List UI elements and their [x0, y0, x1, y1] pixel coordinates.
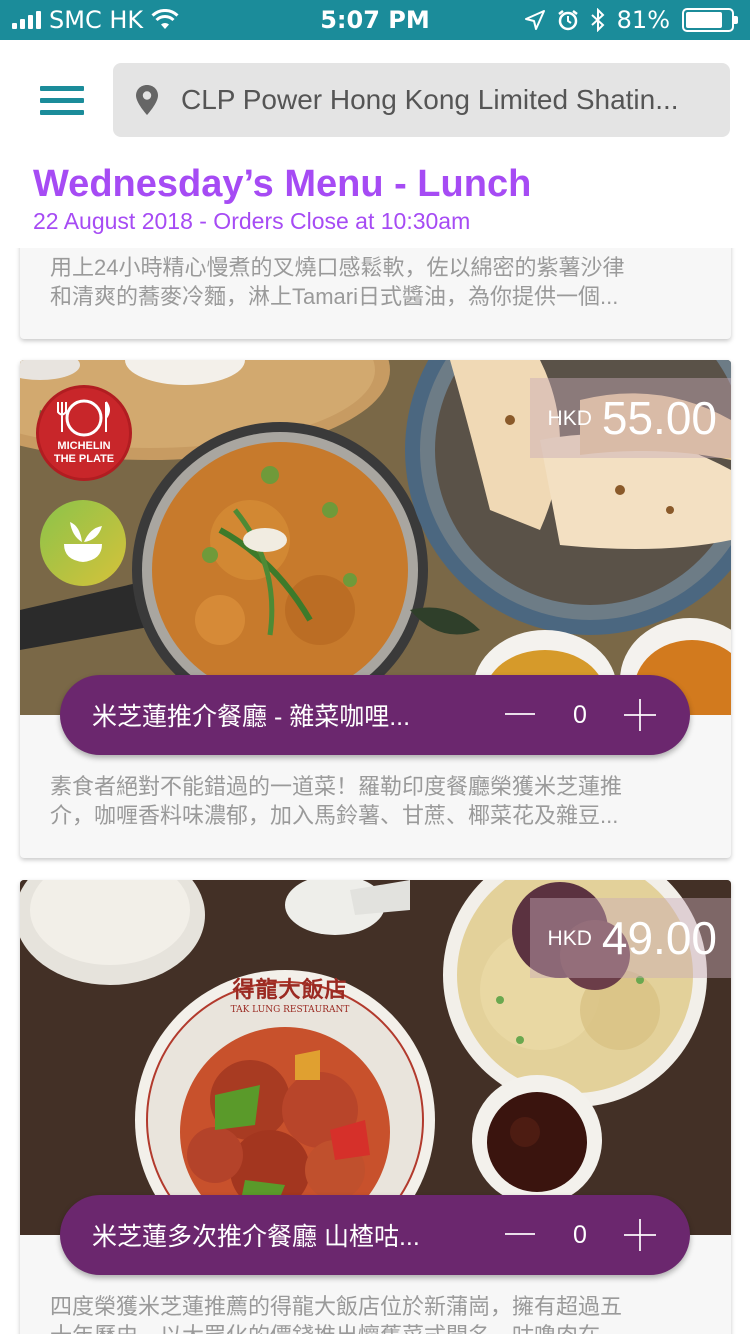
price-currency: HKD [547, 407, 592, 430]
location-arrow-icon [524, 10, 545, 30]
item-description: 素食者絕對不能錯過的一道菜！羅勒印度餐廳榮獲米芝蓮推 介，咖喱香料味濃郁，加入馬… [20, 772, 731, 830]
food-image: 得龍大飯店 TAK LUNG RESTAURANT HKD 49.00 [20, 880, 731, 1235]
description-line: 和清爽的蕎麥冷麵，淋上Tamari日式醬油，為你提供一個... [50, 284, 619, 309]
price-tag: HKD 49.00 [529, 898, 731, 978]
item-description: 四度榮獲米芝蓮推薦的得龍大飯店位於新蒲崗，擁有超過五 十年歷史，以大眾化的價錢推… [20, 1292, 731, 1334]
michelin-badge-text: MICHELIN [57, 440, 111, 452]
status-bar: SMC HK 5:07 PM 81% [0, 0, 750, 40]
menu-item-card[interactable]: MICHELIN THE PLATE HKD 55.00 米芝蓮推介餐廳 - 雜… [20, 360, 731, 858]
price-currency: HKD [547, 927, 592, 950]
minus-icon[interactable] [505, 1233, 535, 1235]
vegetarian-bowl-icon [64, 522, 102, 562]
vegetarian-badge [40, 500, 126, 586]
plus-icon[interactable] [624, 699, 656, 731]
order-bar: 米芝蓮多次推介餐廳 山楂咕... 0 [60, 1195, 690, 1275]
location-text: CLP Power Hong Kong Limited Shatin... [181, 84, 679, 115]
menu-item-card[interactable]: 得龍大飯店 TAK LUNG RESTAURANT HKD 49.00 米芝蓮多… [20, 880, 731, 1334]
price-value: 49.00 [601, 912, 717, 964]
description-line: 用上24小時精心慢煮的叉燒口感鬆軟，佐以綿密的紫薯沙律 [50, 255, 625, 280]
plate-logo-text: 得龍大飯店 [232, 977, 348, 1003]
item-name[interactable]: 米芝蓮多次推介餐廳 山楂咕... [92, 1217, 472, 1253]
quantity-value: 0 [573, 701, 587, 729]
price-tag: HKD 55.00 [529, 378, 731, 458]
alarm-icon [557, 10, 578, 31]
hamburger-icon[interactable] [40, 86, 84, 116]
order-bar: 米芝蓮推介餐廳 - 雜菜咖哩... 0 [60, 675, 690, 755]
description-line: 素食者絕對不能錯過的一道菜！羅勒印度餐廳榮獲米芝蓮推 [50, 774, 623, 799]
location-selector[interactable]: CLP Power Hong Kong Limited Shatin... [113, 63, 730, 137]
menu-item-card[interactable]: 用上24小時精心慢煮的叉燒口感鬆軟，佐以綿密的紫薯沙律 和清爽的蕎麥冷麵，淋上T… [20, 248, 731, 339]
battery-icon [682, 8, 738, 32]
description-line: 十年歷史，以大眾化的價錢推出懷舊菜式聞名。咕嚕肉在... [50, 1321, 701, 1334]
food-image: MICHELIN THE PLATE HKD 55.00 [20, 360, 731, 715]
description-line: 四度榮獲米芝蓮推薦的得龍大飯店位於新蒲崗，擁有超過五 [50, 1294, 623, 1319]
plus-icon[interactable] [624, 1219, 656, 1251]
location-pin-icon [136, 85, 158, 115]
michelin-badge-text: THE PLATE [53, 453, 115, 465]
plate-logo-subtext: TAK LUNG RESTAURANT [230, 1005, 350, 1015]
description-line: 介，咖喱香料味濃郁，加入馬鈴薯、甘蔗、椰菜花及雜豆... [50, 803, 619, 828]
price-value: 55.00 [601, 392, 717, 444]
plate-logo: 得龍大飯店 TAK LUNG RESTAURANT [215, 972, 365, 1015]
status-right: 81% [524, 6, 738, 34]
menu-list[interactable]: 用上24小時精心慢煮的叉燒口感鬆軟，佐以綿密的紫薯沙律 和清爽的蕎麥冷麵，淋上T… [0, 248, 750, 1334]
item-name[interactable]: 米芝蓮推介餐廳 - 雜菜咖哩... [92, 697, 472, 733]
menu-subtitle: 22 August 2018 - Orders Close at 10:30am [33, 208, 471, 234]
menu-title: Wednesday’s Menu - Lunch [33, 163, 532, 205]
quantity-value: 0 [573, 1221, 587, 1249]
battery-percent: 81% [616, 6, 670, 34]
battery-fill [686, 12, 722, 28]
item-description: 用上24小時精心慢煮的叉燒口感鬆軟，佐以綿密的紫薯沙律 和清爽的蕎麥冷麵，淋上T… [20, 248, 731, 311]
minus-icon[interactable] [505, 713, 535, 715]
bluetooth-icon [590, 8, 605, 32]
michelin-badge: MICHELIN THE PLATE [36, 385, 132, 481]
